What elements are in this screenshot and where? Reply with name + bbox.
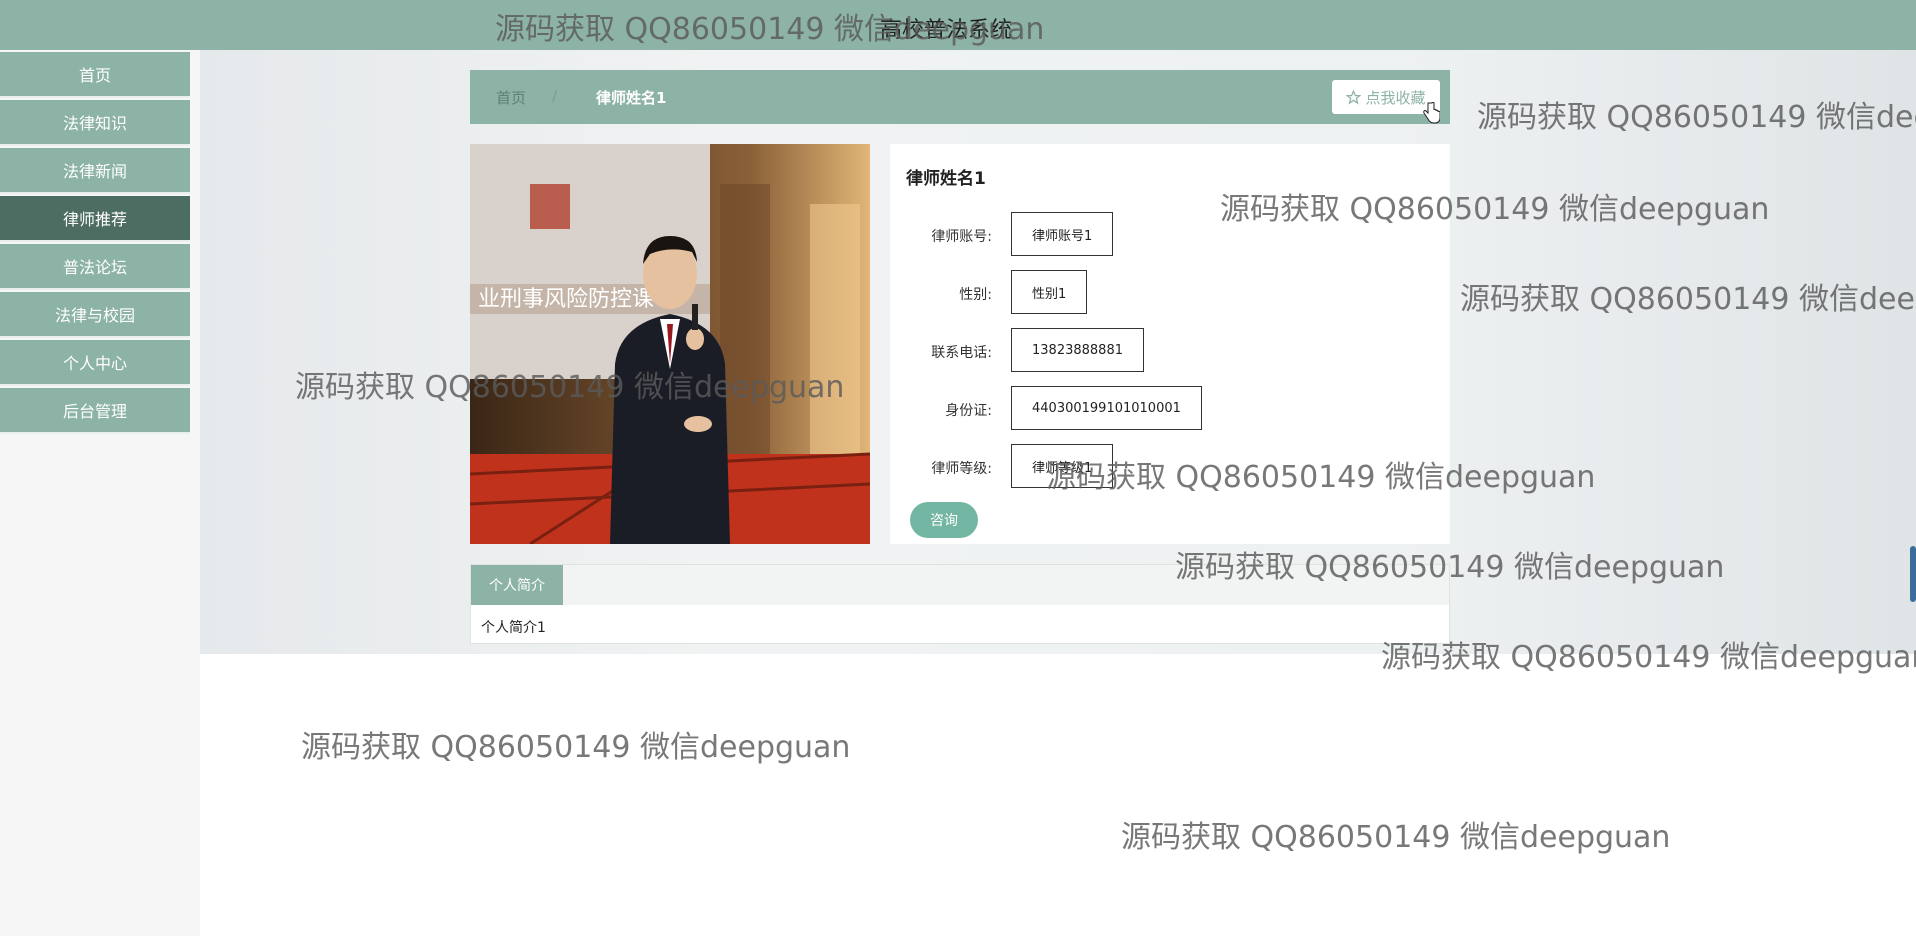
favorite-button-label: 点我收藏 <box>1365 88 1426 107</box>
watermark: 源码获取 QQ86050149 微信deepguan <box>495 12 1045 47</box>
watermark: 源码获取 QQ86050149 微信deepguan <box>295 370 845 405</box>
watermark: 源码获取 QQ86050149 微信deepguan <box>1121 820 1671 855</box>
breadcrumb-current: 律师姓名1 <box>596 89 667 107</box>
banner-text: 业刑事风险防控课 <box>478 287 654 312</box>
gender-value: 性别1 <box>1011 270 1088 314</box>
nav-item-legal-knowledge[interactable]: 法律知识 <box>0 100 190 146</box>
watermark: 源码获取 QQ86050149 微信deepguan <box>1175 550 1725 585</box>
tab-content: 个人简介1 <box>481 620 546 636</box>
phone-value: 13823888881 <box>1011 328 1144 372</box>
gender-label: 性别: <box>959 287 992 303</box>
breadcrumb: 首页 / 律师姓名1 点我收藏 <box>470 70 1450 124</box>
watermark: 源码获取 QQ86050149 微信deepguan <box>1046 460 1596 495</box>
nav-item-law-campus[interactable]: 法律与校园 <box>0 292 190 338</box>
level-label: 律师等级: <box>931 461 992 477</box>
breadcrumb-separator: / <box>552 87 558 105</box>
nav-item-legal-news[interactable]: 法律新闻 <box>0 148 190 194</box>
watermark: 源码获取 QQ86050149 微信deepguan <box>1477 100 1916 135</box>
lower-background <box>200 654 1916 936</box>
lawyer-photo: 业刑事风险防控课 <box>470 144 870 544</box>
nav-item-admin[interactable]: 后台管理 <box>0 388 190 434</box>
nav-item-home[interactable]: 首页 <box>0 52 190 98</box>
tab-personal-intro[interactable]: 个人简介 <box>471 565 563 605</box>
id-card-value: 440300199101010001 <box>1011 386 1202 430</box>
nav-item-lawyer-recommend[interactable]: 律师推荐 <box>0 196 190 242</box>
lawyer-name: 律师姓名1 <box>906 169 986 189</box>
scroll-indicator[interactable] <box>1910 546 1916 602</box>
account-value: 律师账号1 <box>1011 212 1114 256</box>
account-label: 律师账号: <box>931 229 992 245</box>
id-card-label: 身份证: <box>945 403 992 419</box>
sidebar: 首页 法律知识 法律新闻 律师推荐 普法论坛 法律与校园 个人中心 后台管理 <box>0 50 200 936</box>
lawyer-photo-image: 业刑事风险防控课 <box>470 144 870 544</box>
star-outline-icon <box>1346 89 1362 105</box>
nav-item-personal-center[interactable]: 个人中心 <box>0 340 190 386</box>
watermark: 源码获取 QQ86050149 微信deepguan <box>301 730 851 765</box>
phone-label: 联系电话: <box>931 345 992 361</box>
hand-cursor-icon <box>1423 102 1440 124</box>
breadcrumb-home-link[interactable]: 首页 <box>496 87 526 108</box>
watermark: 源码获取 QQ86050149 微信deepguan <box>1220 192 1770 227</box>
consult-button[interactable]: 咨询 <box>910 502 978 538</box>
watermark: 源码获取 QQ86050149 微信deepguan <box>1381 640 1916 675</box>
watermark: 源码获取 QQ86050149 微信deepguan <box>1460 282 1916 317</box>
nav-item-law-forum[interactable]: 普法论坛 <box>0 244 190 290</box>
